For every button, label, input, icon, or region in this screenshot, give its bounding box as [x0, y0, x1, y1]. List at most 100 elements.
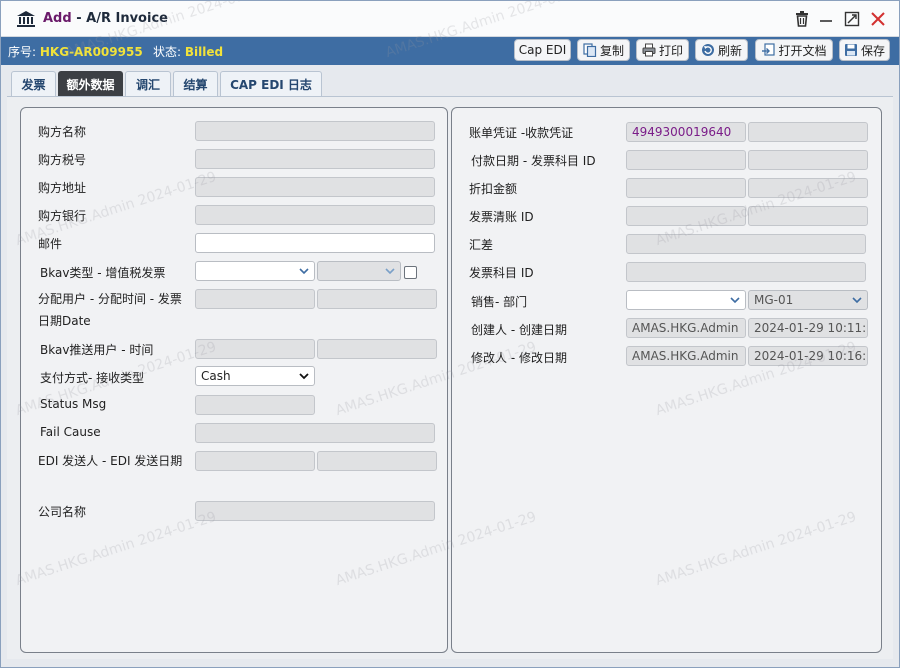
open-document-icon	[762, 43, 776, 56]
buyer-bank-label: 购方银行	[38, 209, 87, 223]
open-document-label: 打开文档	[778, 43, 827, 58]
receipt-voucher-field[interactable]	[748, 122, 868, 142]
buyer-address-label: 购方地址	[38, 181, 87, 195]
vat-invoice-checkbox[interactable]	[404, 266, 417, 279]
invoice-window: Add - A/R Invoice 序号: HKG-AR009955 状态: B…	[0, 0, 900, 668]
close-icon[interactable]	[869, 10, 887, 28]
discount-extra-field[interactable]	[748, 178, 868, 198]
discount-field[interactable]	[626, 178, 746, 198]
sales-select[interactable]	[626, 290, 746, 310]
bank-icon	[17, 11, 35, 27]
buyer-tax-no-field[interactable]	[195, 149, 435, 169]
create-date-field[interactable]: 2024-01-29 10:11:14	[748, 318, 868, 338]
print-button[interactable]: 打印	[636, 39, 689, 61]
copy-icon	[583, 43, 597, 57]
creator-label: 创建人 - 创建日期	[471, 323, 567, 337]
window-title: Add - A/R Invoice	[43, 11, 168, 26]
department-value: MG-01	[754, 293, 794, 307]
title-separator: -	[71, 11, 87, 26]
tab-cap-edi-log[interactable]: CAP EDI 日志	[220, 71, 322, 96]
edi-sender-label: EDI 发送人 - EDI 发送日期	[38, 454, 183, 468]
right-panel: 账单凭证 -收款凭证 4949300019640 付款日期 - 发票科目 ID …	[451, 107, 882, 653]
chevron-down-icon	[299, 268, 309, 275]
printer-icon	[642, 43, 656, 57]
modifier-label: 修改人 - 修改日期	[471, 351, 567, 365]
save-icon	[844, 44, 857, 56]
pay-date-field[interactable]	[626, 150, 746, 170]
serial-number: 序号: HKG-AR009955	[8, 43, 143, 60]
tab-settlement[interactable]: 结算	[173, 71, 218, 96]
minimize-icon[interactable]	[817, 10, 835, 28]
bkav-push-user-field[interactable]	[195, 339, 315, 359]
chevron-down-icon	[385, 268, 395, 275]
email-label: 邮件	[38, 237, 63, 251]
creator-field[interactable]: AMAS.HKG.Admin	[626, 318, 746, 338]
fx-diff-label: 汇差	[469, 238, 494, 252]
mode-label: Add	[43, 11, 72, 26]
email-field[interactable]	[195, 233, 435, 253]
payment-value: Cash	[201, 369, 231, 383]
refresh-icon	[701, 44, 714, 56]
bkav-type-label: Bkav类型 - 增值税发票	[40, 266, 166, 280]
bill-voucher-field[interactable]: 4949300019640	[626, 122, 746, 142]
clear-id-extra-field[interactable]	[748, 206, 868, 226]
vat-invoice-select[interactable]	[317, 261, 401, 281]
edi-send-date-field[interactable]	[317, 451, 437, 471]
pay-date-label: 付款日期 - 发票科目 ID	[471, 154, 596, 168]
buyer-name-field[interactable]	[195, 121, 435, 141]
bkav-push-time-field[interactable]	[317, 339, 437, 359]
fail-cause-field[interactable]	[195, 423, 435, 443]
status-label: 状态:	[153, 45, 182, 59]
copy-label: 复制	[599, 43, 624, 58]
bill-voucher-label: 账单凭证 -收款凭证	[469, 126, 574, 140]
print-label: 打印	[658, 43, 683, 58]
assign-user-field[interactable]	[195, 289, 315, 309]
fx-diff-field[interactable]	[626, 234, 866, 254]
chevron-down-icon	[730, 297, 740, 304]
fail-cause-label: Fail Cause	[40, 425, 101, 439]
maximize-icon[interactable]	[843, 10, 861, 28]
serial-value: HKG-AR009955	[39, 45, 143, 59]
buyer-address-field[interactable]	[195, 177, 435, 197]
buyer-bank-field[interactable]	[195, 205, 435, 225]
left-panel: 购方名称 购方税号 购方地址 购方银行 邮件 Bkav类型 - 增值税发票 分配…	[20, 107, 448, 653]
invoice-account-field[interactable]	[626, 262, 866, 282]
company-name-field[interactable]	[195, 501, 435, 521]
bkav-push-label: Bkav推送用户 - 时间	[40, 343, 154, 357]
document-status: 状态: Billed	[153, 43, 223, 60]
modify-date-field[interactable]: 2024-01-29 10:16:52	[748, 346, 868, 366]
buyer-tax-no-label: 购方税号	[38, 153, 87, 167]
form-content: 购方名称 购方税号 购方地址 购方银行 邮件 Bkav类型 - 增值税发票 分配…	[7, 97, 893, 659]
invoice-account-id-label: 发票科目 ID	[469, 266, 534, 280]
title-bar: Add - A/R Invoice	[1, 1, 899, 37]
refresh-button[interactable]: 刷新	[695, 39, 748, 61]
cap-edi-label: Cap EDI	[518, 43, 567, 57]
assign-time-field[interactable]	[317, 289, 437, 309]
tab-extra-data[interactable]: 额外数据	[58, 71, 123, 96]
status-msg-field[interactable]	[195, 395, 315, 415]
payment-select[interactable]: Cash	[195, 366, 315, 386]
chevron-down-icon	[852, 297, 862, 304]
status-bar: 序号: HKG-AR009955 状态: Billed Cap EDI 复制 打…	[1, 37, 899, 65]
save-label: 保存	[860, 43, 885, 58]
edi-sender-field[interactable]	[195, 451, 315, 471]
discount-label: 折扣金额	[469, 182, 518, 196]
chevron-down-icon	[299, 373, 309, 380]
tab-invoice[interactable]: 发票	[11, 71, 56, 96]
clear-id-label: 发票清账 ID	[469, 210, 534, 224]
bkav-type-select[interactable]	[195, 261, 315, 281]
copy-button[interactable]: 复制	[577, 39, 630, 61]
open-document-button[interactable]: 打开文档	[755, 39, 833, 61]
invoice-account-id-field[interactable]	[748, 150, 868, 170]
trash-icon[interactable]	[793, 10, 811, 28]
department-select[interactable]: MG-01	[748, 290, 868, 310]
cap-edi-button[interactable]: Cap EDI	[514, 39, 571, 61]
clear-id-field[interactable]	[626, 206, 746, 226]
payment-label: 支付方式- 接收类型	[40, 371, 145, 385]
tab-exchange[interactable]: 调汇	[125, 71, 171, 96]
company-name-label: 公司名称	[38, 505, 87, 519]
refresh-label: 刷新	[717, 43, 742, 58]
title-label: A/R Invoice	[86, 11, 168, 26]
save-button[interactable]: 保存	[839, 39, 890, 61]
modifier-field[interactable]: AMAS.HKG.Admin	[626, 346, 746, 366]
